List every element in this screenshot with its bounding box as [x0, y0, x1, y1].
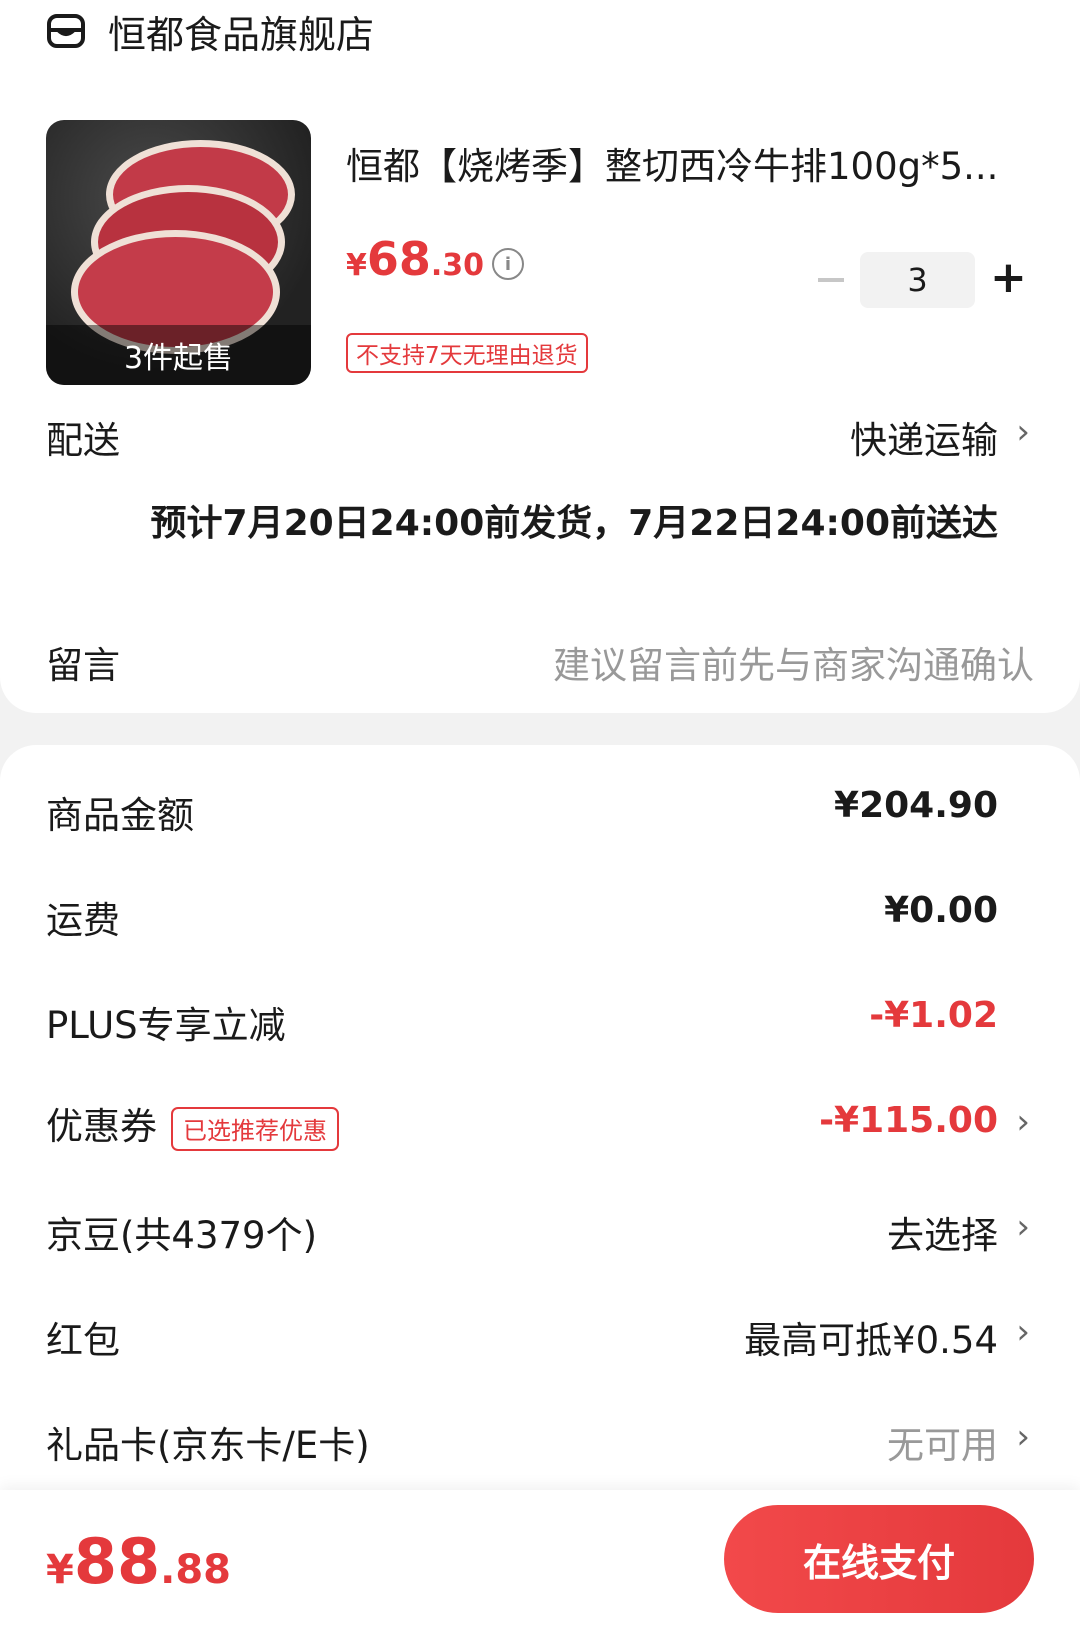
message-label: 留言: [46, 644, 120, 687]
delivery-method[interactable]: 快递运输: [850, 410, 998, 464]
store-name: 恒都食品旗舰店: [108, 12, 375, 57]
product-title[interactable]: 恒都【烧烤季】整切西冷牛排100g*5...: [346, 136, 1036, 190]
total-decimal: .88: [160, 1547, 231, 1593]
total-price: ¥88.88: [46, 1525, 231, 1598]
store-icon: [47, 14, 85, 48]
red-packet-label: 红包: [46, 1319, 120, 1362]
shipping-value: ¥0.00: [884, 890, 998, 931]
coupon-row[interactable]: 优惠券 已选推荐优惠: [46, 1096, 339, 1151]
chevron-right-icon[interactable]: ›: [1016, 1207, 1030, 1247]
goods-amount-label: 商品金额: [46, 794, 194, 837]
order-card: 恒都食品旗舰店 3件起售 恒都【烧烤季】整切西冷牛排100g*5... ¥68.…: [0, 0, 1080, 713]
gift-card-label: 礼品卡(京东卡/E卡): [46, 1424, 370, 1467]
plus-discount-value: -¥1.02: [869, 995, 998, 1036]
pay-online-button[interactable]: 在线支付: [724, 1505, 1034, 1613]
store-header[interactable]: 恒都食品旗舰店: [46, 6, 375, 57]
product-image[interactable]: 3件起售: [46, 120, 311, 385]
product-price: ¥68.30: [346, 232, 484, 286]
min-purchase-badge: 3件起售: [46, 325, 311, 385]
price-decimal: .30: [430, 248, 485, 283]
chevron-right-icon[interactable]: ›: [1016, 1102, 1030, 1142]
price-currency: ¥: [346, 248, 367, 283]
plus-discount-label: PLUS专享立减: [46, 1004, 286, 1047]
delivery-label: 配送: [46, 419, 120, 462]
info-icon[interactable]: i: [492, 248, 524, 280]
no-return-tag: 不支持7天无理由退货: [346, 333, 588, 373]
coupon-value[interactable]: -¥115.00: [819, 1100, 998, 1141]
chevron-right-icon[interactable]: ›: [1016, 1312, 1030, 1352]
gift-card-value[interactable]: 无可用: [887, 1415, 998, 1469]
total-currency: ¥: [46, 1547, 74, 1593]
message-input[interactable]: 建议留言前先与商家沟通确认: [553, 635, 1034, 689]
coupon-label: 优惠券: [46, 1105, 157, 1148]
quantity-increase-button[interactable]: +: [990, 250, 1027, 306]
chevron-right-icon[interactable]: ›: [1016, 1417, 1030, 1457]
goods-amount-value: ¥204.90: [834, 785, 998, 826]
shipping-label: 运费: [46, 899, 120, 942]
coupon-tag: 已选推荐优惠: [171, 1106, 339, 1151]
red-packet-value[interactable]: 最高可抵¥0.54: [744, 1310, 998, 1364]
jd-beans-value[interactable]: 去选择: [887, 1205, 998, 1259]
total-integer: 88: [73, 1525, 161, 1598]
jd-beans-label: 京豆(共4379个): [46, 1214, 318, 1257]
chevron-right-icon[interactable]: ›: [1016, 412, 1030, 452]
quantity-input[interactable]: 3: [860, 252, 975, 308]
delivery-estimate: 预计7月20日24:00前发货，7月22日24:00前送达: [150, 503, 998, 544]
quantity-decrease-button[interactable]: [818, 278, 844, 282]
price-integer: 68: [366, 232, 431, 286]
